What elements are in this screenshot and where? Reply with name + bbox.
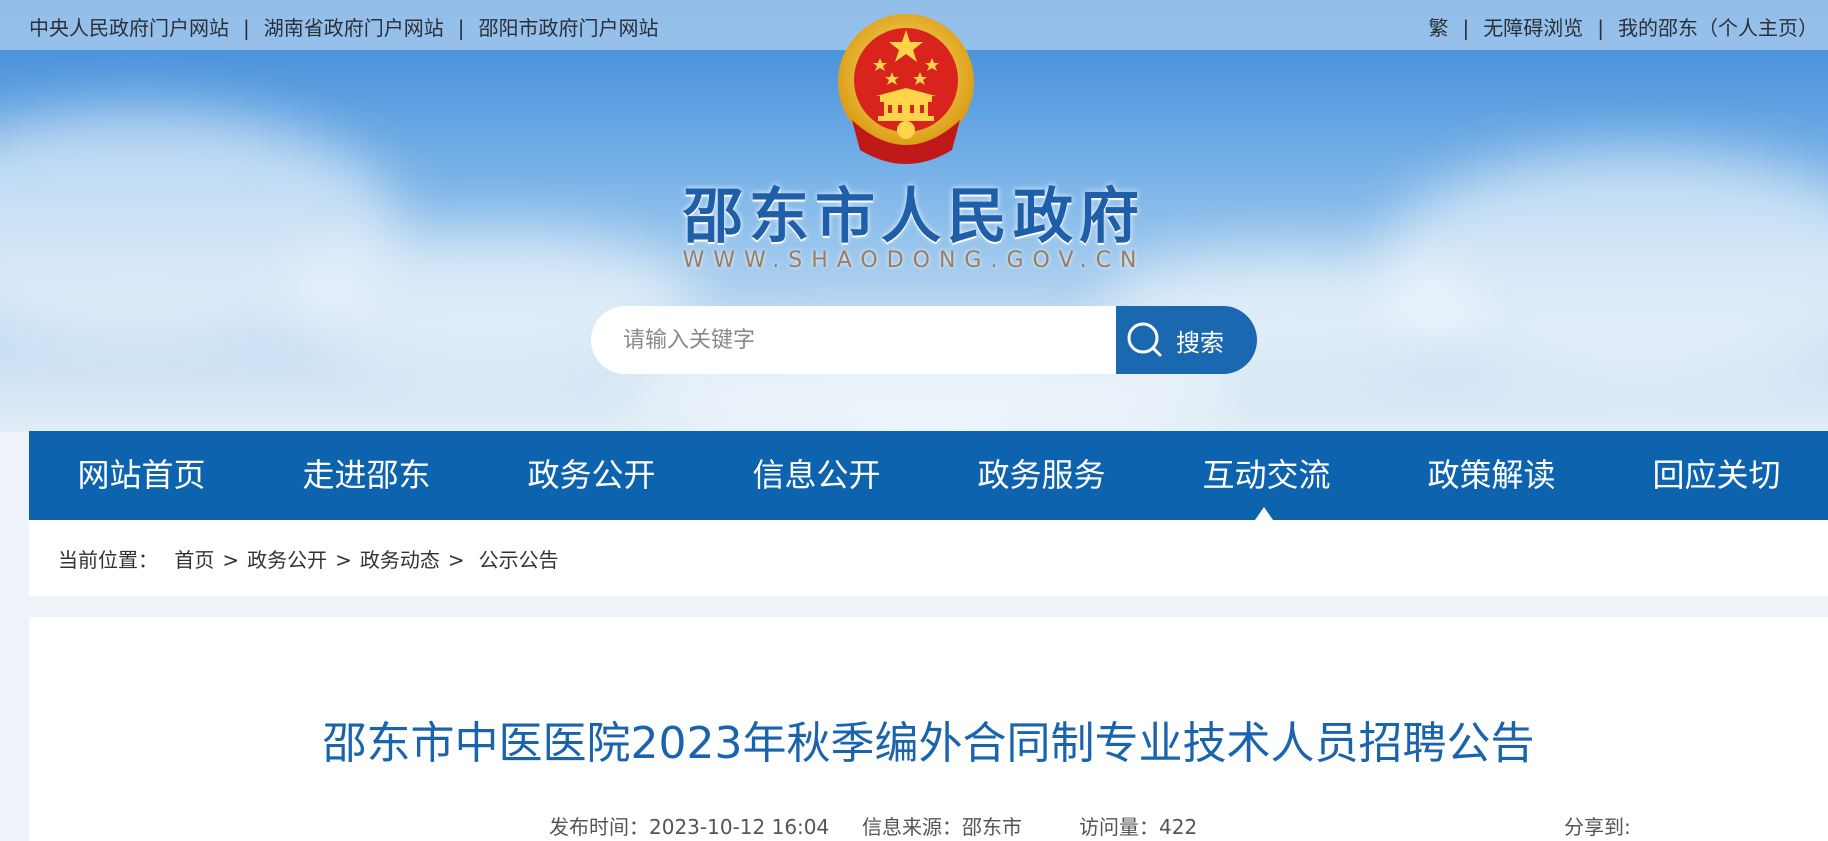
breadcrumb-notices[interactable]: 公示公告 [479,548,559,572]
my-homepage-link[interactable]: 我的邵东（个人主页） [1618,16,1818,40]
search-icon [1127,322,1162,357]
share-to: 分享到: [1564,815,1631,839]
search-button[interactable]: 搜索 [1116,306,1257,374]
views-value: 422 [1159,815,1198,839]
source-value: 邵东市 [962,815,1022,839]
header-banner: 中央人民政府门户网站 | 湖南省政府门户网站 | 邵阳市政府门户网站 繁 | 无障碍浏览 | 我… [0,0,1828,432]
nav-item-response[interactable]: 回应关切 [1604,431,1828,520]
info-source: 信息来源：邵东市 [862,811,1022,840]
breadcrumb-home[interactable]: 首页 [174,548,214,572]
separator: | [243,16,250,40]
separator: | [1462,16,1470,40]
site-name: 邵东市人民政府 [683,182,1145,252]
article-title: 邵东市中医医院2023年秋季编外合同制专业技术人员招聘公告 [322,718,1535,769]
breadcrumb: 当前位置： 首页 > 政务公开 > 政务动态 > 公示公告 [29,520,1828,596]
site-url: WWW.SHAODONG.GOV.CN [682,248,1146,273]
article-panel: 邵东市中医医院2023年秋季编外合同制专业技术人员招聘公告 发布时间：2023-… [29,617,1828,841]
link-shaoyang-gov[interactable]: 邵阳市政府门户网站 [479,16,659,40]
view-count: 访问量：422 [1079,811,1197,840]
traditional-chinese-toggle[interactable]: 繁 [1429,16,1449,40]
search-input[interactable] [591,306,1117,374]
views-label: 访问量： [1079,815,1159,839]
publish-label: 发布时间： [549,815,649,839]
search-bar: 搜索 [591,306,1257,374]
breadcrumb-gov-news[interactable]: 政务动态 [360,548,440,572]
nav-item-home[interactable]: 网站首页 [29,431,254,520]
active-nav-indicator [1255,507,1273,520]
separator: | [457,16,465,40]
publish-time: 发布时间：2023-10-12 16:04 [549,811,829,840]
breadcrumb-prefix: 当前位置： [58,548,158,572]
accessibility-link[interactable]: 无障碍浏览 [1483,16,1583,40]
top-links-left: 中央人民政府门户网站 | 湖南省政府门户网站 | 邵阳市政府门户网站 [29,12,659,41]
source-label: 信息来源： [862,815,962,839]
nav-item-gov-affairs[interactable]: 政务公开 [479,431,704,520]
nav-item-info-disclosure[interactable]: 信息公开 [704,431,929,520]
breadcrumb-separator: > [447,548,465,572]
publish-value: 2023-10-12 16:04 [649,815,830,839]
breadcrumb-separator: > [222,548,240,572]
nav-item-gov-services[interactable]: 政务服务 [929,431,1154,520]
separator: | [1597,16,1604,40]
nav-item-about[interactable]: 走进邵东 [254,431,479,520]
main-nav: 网站首页 走进邵东 政务公开 信息公开 政务服务 互动交流 政策解读 回应关切 [29,431,1828,520]
nav-item-policy[interactable]: 政策解读 [1379,431,1604,520]
national-emblem-icon [822,0,990,168]
link-central-gov[interactable]: 中央人民政府门户网站 [29,16,229,40]
top-links-right: 繁 | 无障碍浏览 | 我的邵东（个人主页） [1429,12,1819,41]
breadcrumb-separator: > [335,548,352,572]
search-button-label: 搜索 [1176,328,1224,357]
link-hunan-gov[interactable]: 湖南省政府门户网站 [264,16,444,40]
breadcrumb-gov-affairs[interactable]: 政务公开 [247,548,327,572]
